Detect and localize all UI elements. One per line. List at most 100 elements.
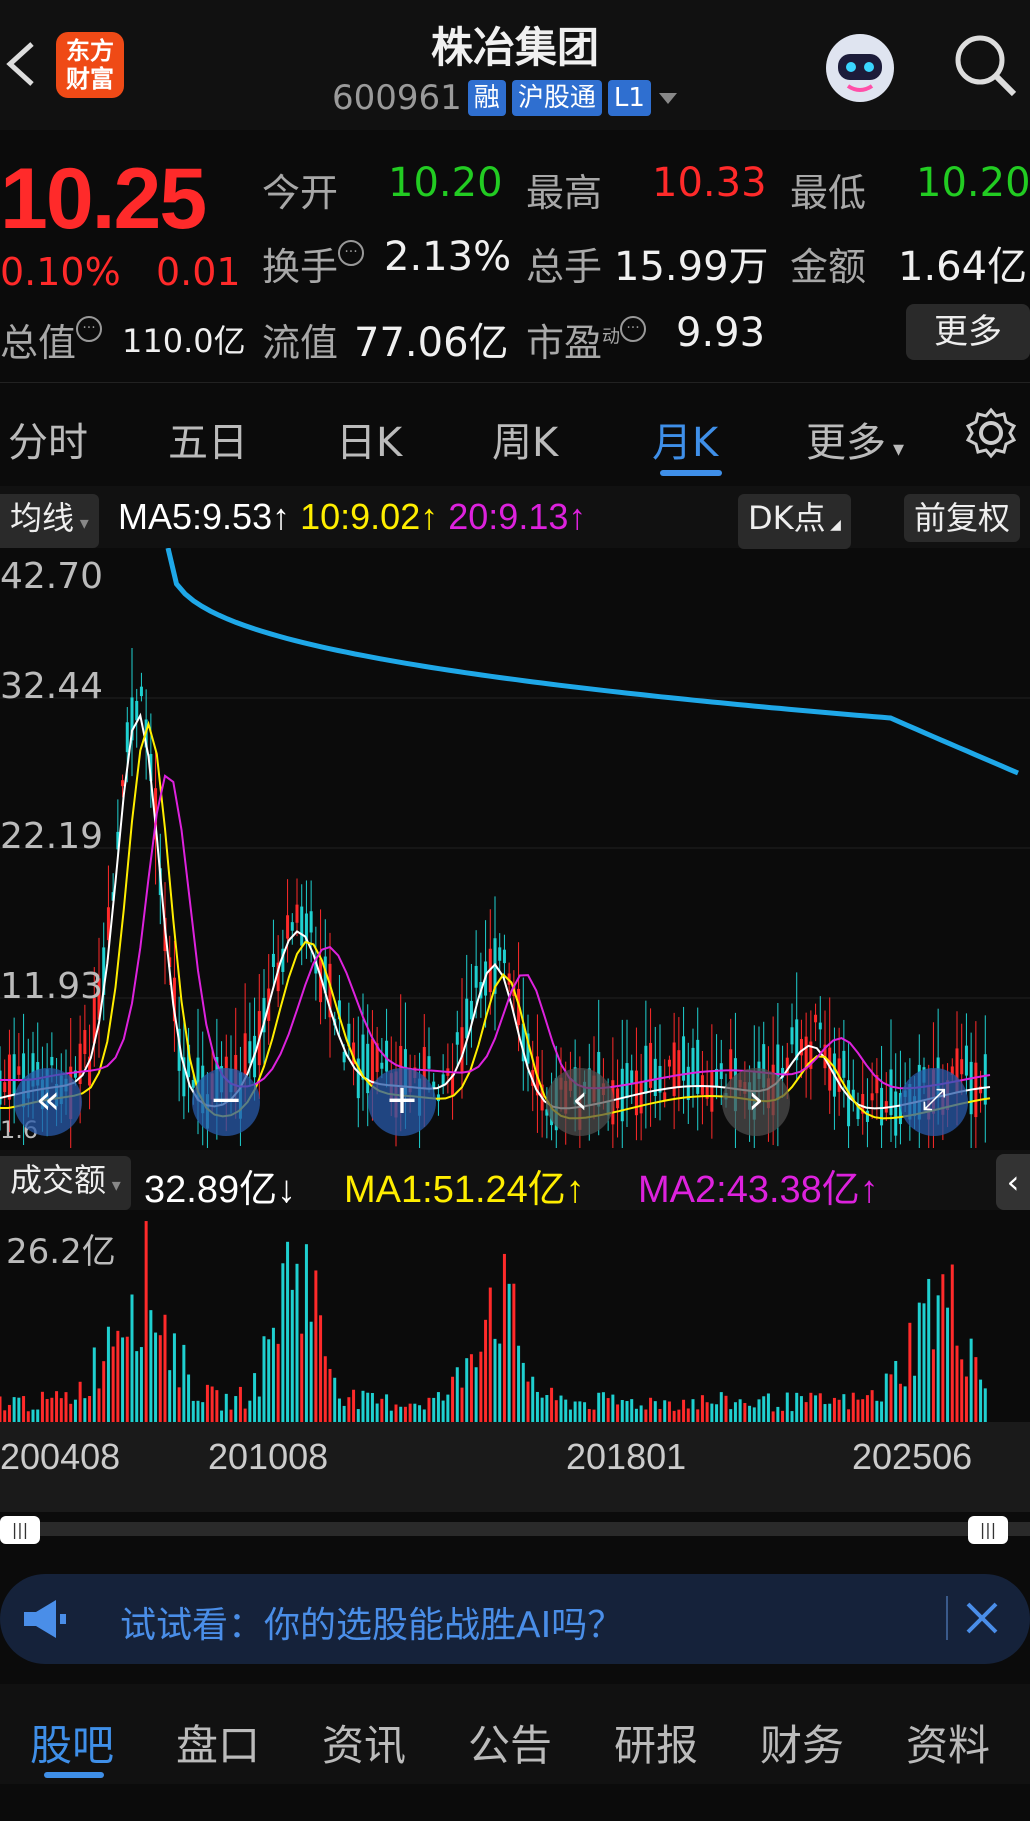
tag-connect: 沪股通 (511, 80, 602, 116)
more-button[interactable]: 更多 (906, 304, 1030, 360)
rewind-icon[interactable]: « (14, 1068, 82, 1136)
volume-chart[interactable] (0, 1210, 1030, 1422)
float-label: 流值 (262, 321, 339, 365)
collapse-icon[interactable]: ‹ (996, 1154, 1030, 1210)
volume-bar (158, 1335, 162, 1422)
volume-bar (658, 1408, 662, 1422)
candle-body (370, 1038, 374, 1084)
candle-body (295, 904, 299, 923)
volume-bar (427, 1397, 431, 1422)
zoom-out-icon[interactable]: − (192, 1068, 260, 1136)
tab-orderbook[interactable]: 盘口 (176, 1712, 260, 1773)
candle-body (894, 1091, 898, 1136)
high-label: 最高 (526, 171, 603, 215)
volume-bar (630, 1399, 634, 1422)
volume-bar (913, 1375, 917, 1422)
volume-bar (922, 1303, 926, 1422)
tab-financials[interactable]: 财务 (760, 1712, 844, 1773)
volume-bar (92, 1347, 96, 1422)
adjust-button[interactable]: 前复权 (904, 494, 1021, 542)
candle-body (625, 1063, 629, 1099)
volume-bar (696, 1409, 700, 1422)
volume-bar (385, 1394, 389, 1422)
pan-right-icon[interactable]: › (722, 1068, 790, 1136)
volume-bar (832, 1397, 836, 1422)
promo-text[interactable]: 试试看：你的选股能战胜AI吗？ (120, 1596, 623, 1648)
volume-bar (418, 1405, 422, 1422)
candle-body (865, 1110, 869, 1122)
gear-icon[interactable] (964, 406, 1018, 460)
candle-body (50, 1056, 54, 1066)
tab-research[interactable]: 研报 (614, 1712, 698, 1773)
candle-body (300, 906, 304, 946)
x-label-4: 202506 (852, 1436, 973, 1477)
volume-bar (187, 1374, 191, 1422)
candle-body (7, 1054, 11, 1100)
volume-bar (493, 1338, 497, 1422)
robot-avatar-icon[interactable] (818, 24, 902, 108)
caret-down-icon[interactable] (657, 90, 679, 106)
volume-bar (352, 1389, 356, 1422)
volume-value: 15.99万 (614, 244, 769, 290)
fullscreen-icon[interactable]: ⤢ (900, 1068, 968, 1136)
volume-bar (517, 1345, 521, 1422)
tab-profile[interactable]: 资料 (906, 1712, 990, 1773)
volume-bar (498, 1343, 502, 1422)
volume-bar (224, 1393, 228, 1422)
volume-bar (290, 1289, 294, 1422)
volume-bar (781, 1410, 785, 1422)
volume-bar (889, 1374, 893, 1422)
volume-bar (663, 1400, 667, 1422)
candle-body (729, 1049, 733, 1080)
volume-bar (451, 1376, 455, 1422)
volume-bar (653, 1401, 657, 1422)
tab-more[interactable]: 更多 ▾ (806, 410, 904, 468)
range-handle-left[interactable]: ||| (0, 1516, 40, 1544)
volume-bar (946, 1307, 950, 1422)
tab-forum[interactable]: 股吧 (30, 1712, 114, 1773)
dk-point-button[interactable]: DK点 ◢ (738, 494, 851, 549)
price-axis-label-3: 22.19 (0, 816, 104, 857)
pan-left-icon[interactable]: ‹ (546, 1068, 614, 1136)
zoom-in-icon[interactable]: + (368, 1068, 436, 1136)
search-icon[interactable] (950, 30, 1020, 100)
info-icon[interactable]: ··· (620, 316, 647, 342)
volume-bar (837, 1399, 841, 1422)
candle-body (139, 686, 143, 697)
candle-body (248, 1041, 252, 1064)
volume-bar (550, 1387, 554, 1422)
tab-intraday[interactable]: 分时 (8, 410, 88, 468)
tab-weekly-k[interactable]: 周K (492, 410, 558, 468)
volume-bar (309, 1321, 313, 1422)
kline-chart[interactable] (0, 548, 1030, 1148)
tab-announcements[interactable]: 公告 (468, 1712, 552, 1773)
candle-body (818, 1022, 822, 1030)
volume-bar (578, 1401, 582, 1422)
info-icon[interactable]: ··· (76, 316, 103, 342)
info-icon[interactable]: ··· (338, 240, 365, 266)
tab-monthly-k[interactable]: 月K (652, 410, 718, 468)
tab-news[interactable]: 资讯 (322, 1712, 406, 1773)
long-ma-line (165, 548, 1019, 776)
volume-bar (262, 1336, 266, 1422)
volume-bar (182, 1344, 186, 1422)
volume-selector[interactable]: 成交额 ▾ (0, 1156, 131, 1210)
range-handle-right[interactable]: ||| (968, 1516, 1008, 1544)
volume-bar (757, 1399, 761, 1422)
candle-body (880, 1087, 884, 1126)
volume-bar (474, 1367, 478, 1422)
volume-bar (97, 1388, 101, 1422)
tab-daily-k[interactable]: 日K (336, 410, 402, 468)
volume-bar (865, 1395, 869, 1422)
tab-five-day[interactable]: 五日 (168, 410, 248, 468)
turnover-value: 2.13% (384, 234, 512, 280)
close-icon[interactable] (962, 1598, 1002, 1638)
volume-bar (955, 1345, 959, 1422)
range-slider-track[interactable] (0, 1522, 1030, 1536)
volume-bar (715, 1404, 719, 1422)
volume-bar (847, 1409, 851, 1422)
indicator-selector[interactable]: 均线 ▾ (0, 494, 99, 548)
volume-bar (460, 1387, 464, 1422)
stock-code: 600961 (332, 78, 462, 118)
volume-bar (799, 1396, 803, 1422)
